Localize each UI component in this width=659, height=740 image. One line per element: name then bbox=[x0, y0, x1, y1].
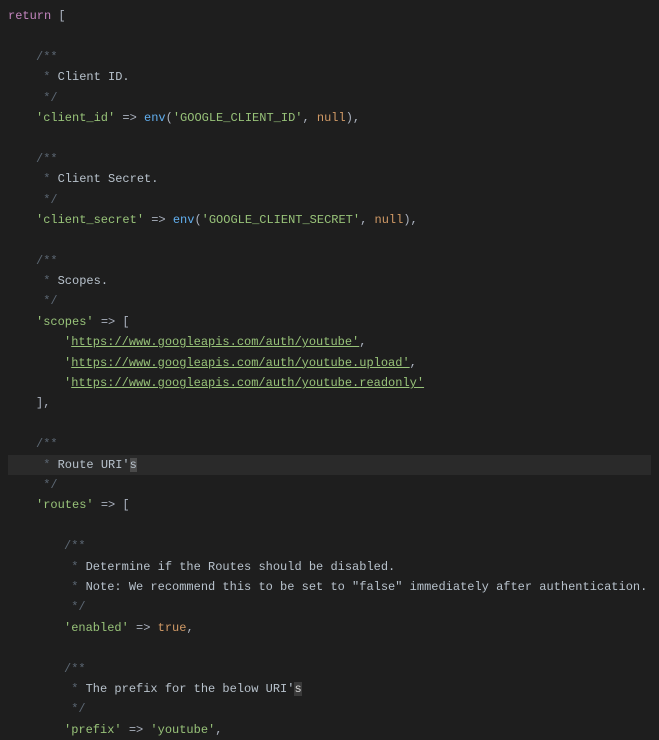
code-line bbox=[8, 128, 651, 148]
func-env: env bbox=[173, 213, 195, 227]
comment-line: */ bbox=[8, 190, 651, 210]
comment-line: /** bbox=[8, 434, 651, 454]
code-line: 'scopes' => [ bbox=[8, 312, 651, 332]
comment-line: /** bbox=[8, 536, 651, 556]
code-line: 'https://www.googleapis.com/auth/youtube… bbox=[8, 373, 651, 393]
config-key-prefix: 'prefix' bbox=[64, 723, 122, 737]
scope-url: https://www.googleapis.com/auth/youtube.… bbox=[71, 376, 424, 390]
comment-line: * Client ID. bbox=[8, 67, 651, 87]
code-line: 'enabled' => true, bbox=[8, 618, 651, 638]
config-key-client-id: 'client_id' bbox=[36, 111, 115, 125]
scope-url: https://www.googleapis.com/auth/youtube' bbox=[71, 335, 359, 349]
code-line bbox=[8, 26, 651, 46]
cursor-line: * Route URI's bbox=[8, 455, 651, 475]
comment-line: * The prefix for the below URI's bbox=[8, 679, 651, 699]
code-line: 'client_id' => env('GOOGLE_CLIENT_ID', n… bbox=[8, 108, 651, 128]
config-key-enabled: 'enabled' bbox=[64, 621, 129, 635]
scope-url: https://www.googleapis.com/auth/youtube.… bbox=[71, 356, 409, 370]
comment-line: */ bbox=[8, 88, 651, 108]
comment-line: */ bbox=[8, 475, 651, 495]
code-line bbox=[8, 414, 651, 434]
code-line bbox=[8, 638, 651, 658]
comment-line: */ bbox=[8, 291, 651, 311]
code-line bbox=[8, 230, 651, 250]
comment-line: */ bbox=[8, 699, 651, 719]
config-key-routes: 'routes' bbox=[36, 498, 94, 512]
comment-line: /** bbox=[8, 149, 651, 169]
comment-line: /** bbox=[8, 47, 651, 67]
comment-line: /** bbox=[8, 251, 651, 271]
config-key-client-secret: 'client_secret' bbox=[36, 213, 144, 227]
func-env: env bbox=[144, 111, 166, 125]
config-key-scopes: 'scopes' bbox=[36, 315, 94, 329]
code-line: 'prefix' => 'youtube', bbox=[8, 720, 651, 740]
comment-line: * Client Secret. bbox=[8, 169, 651, 189]
keyword-return: return bbox=[8, 9, 51, 23]
code-line: return [ bbox=[8, 6, 651, 26]
comment-line: */ bbox=[8, 597, 651, 617]
text-cursor: s bbox=[130, 458, 137, 472]
code-line: ], bbox=[8, 393, 651, 413]
bracket: [ bbox=[58, 9, 65, 23]
code-line: 'routes' => [ bbox=[8, 495, 651, 515]
comment-line: /** bbox=[8, 659, 651, 679]
code-line: 'https://www.googleapis.com/auth/youtube… bbox=[8, 353, 651, 373]
code-line bbox=[8, 516, 651, 536]
comment-line: * Scopes. bbox=[8, 271, 651, 291]
comment-line: * Note: We recommend this to be set to "… bbox=[8, 577, 651, 597]
comment-line: * Determine if the Routes should be disa… bbox=[8, 557, 651, 577]
code-editor[interactable]: return [ /** * Client ID. */ 'client_id'… bbox=[8, 6, 651, 740]
code-line: 'client_secret' => env('GOOGLE_CLIENT_SE… bbox=[8, 210, 651, 230]
selected-char: s bbox=[294, 682, 301, 696]
code-line: 'https://www.googleapis.com/auth/youtube… bbox=[8, 332, 651, 352]
